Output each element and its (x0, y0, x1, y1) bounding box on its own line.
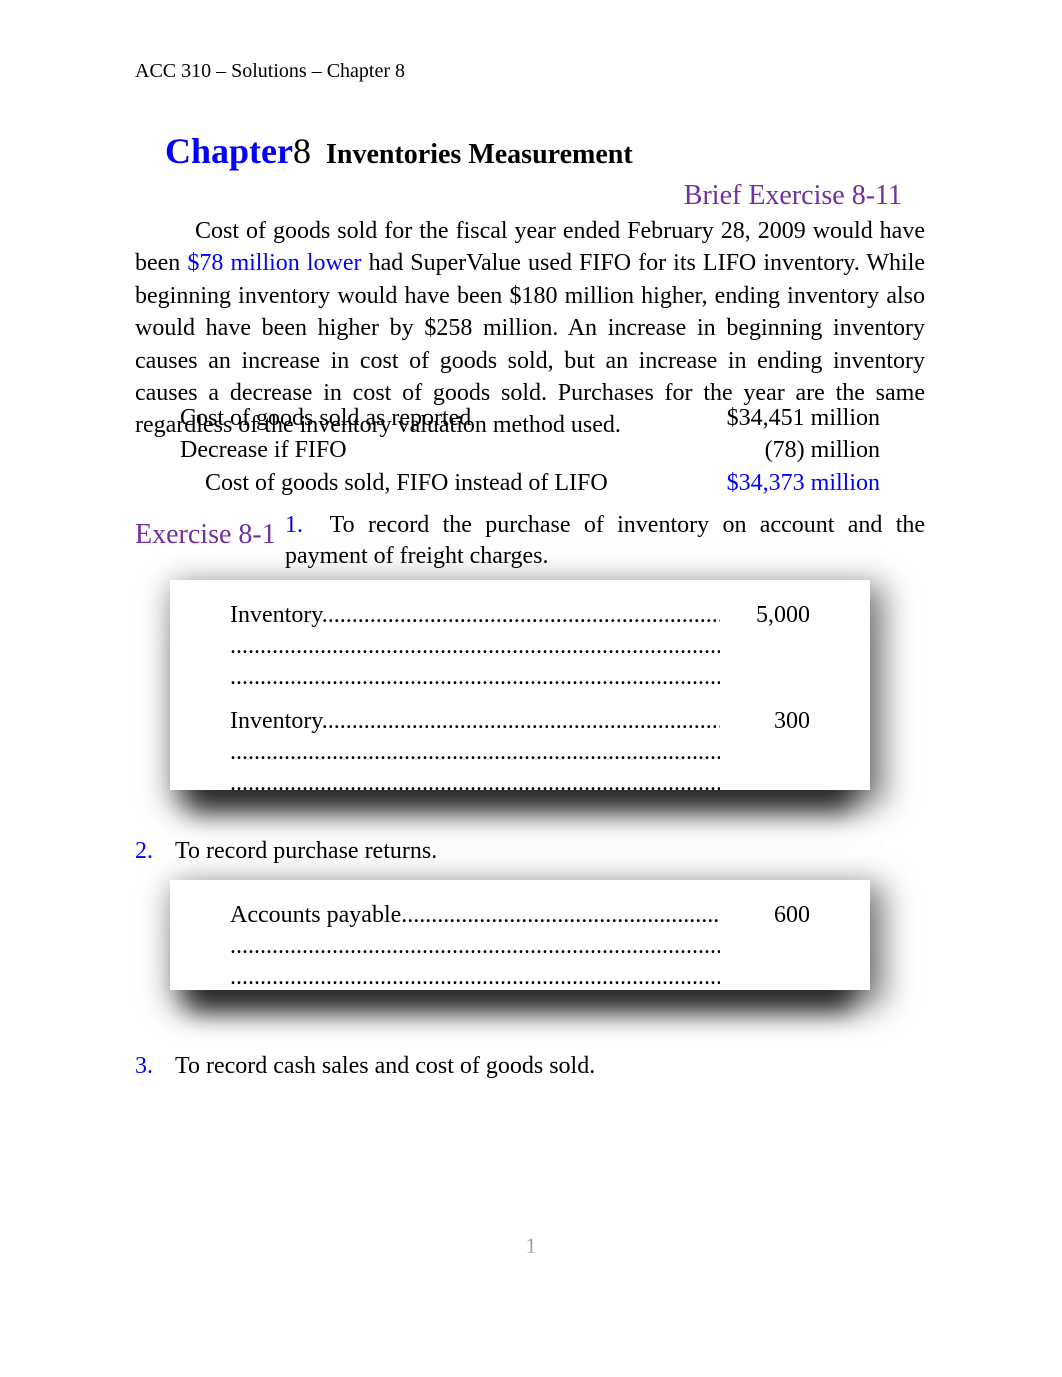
page-number: 1 (0, 1233, 1062, 1259)
item-2: 2. To record purchase returns. (135, 838, 437, 865)
decrease-fifo-value: (78) million (765, 434, 880, 466)
journal-amount (720, 737, 810, 768)
item-2-number: 2. (135, 838, 153, 864)
journal-amount (720, 931, 810, 962)
journal-box-2: Accounts payable 600 Inventory 600 (170, 880, 870, 990)
journal-amount: 600 (720, 900, 810, 931)
item-1-text: To record the purchase of inventory on a… (285, 512, 925, 569)
cogs-reported-label: Cost of goods sold as reported (180, 402, 727, 434)
table-row: Cost of goods sold as reported $34,451 m… (180, 402, 880, 434)
journal-account: Inventory (230, 706, 720, 737)
journal-line: Inventory (230, 931, 810, 962)
chapter-number: 8 (293, 131, 311, 171)
journal-text: Inventory (230, 602, 322, 628)
journal-amount (720, 631, 810, 662)
journal-account: 600 (230, 962, 720, 993)
journal-line: Accounts payable 600 (230, 900, 810, 931)
bottom-fade (0, 1157, 1062, 1377)
item-1: 1. To record the purchase of inventory o… (285, 510, 925, 572)
journal-line: Cash (230, 737, 810, 768)
cogs-reported-value: $34,451 million (727, 402, 880, 434)
exercise-label: Exercise 8-1 (135, 519, 276, 551)
item-3-number: 3. (135, 1053, 153, 1079)
table-row: Cost of goods sold, FIFO instead of LIFO… (180, 467, 880, 499)
item-2-text: To record purchase returns. (175, 838, 437, 864)
journal-box-1: Inventory 5,000 Accounts payable 5,000 I… (170, 580, 870, 790)
journal-account: Accounts payable (230, 900, 720, 931)
paragraph-highlight: $78 million lower (187, 250, 361, 276)
journal-line: 5,000 (230, 662, 810, 693)
cogs-fifo-label: Cost of goods sold, FIFO instead of LIFO (180, 467, 727, 499)
journal-amount: 300 (720, 706, 810, 737)
brief-exercise-title: Brief Exercise 8-11 (684, 180, 902, 212)
journal-line: Inventory 5,000 (230, 600, 810, 631)
journal-line: Accounts payable (230, 631, 810, 662)
journal-account: Cash (230, 737, 720, 768)
item-3: 3. To record cash sales and cost of goods… (135, 1053, 595, 1080)
journal-text: Inventory (230, 708, 322, 734)
chapter-word: Chapter (165, 131, 293, 171)
journal-line: Inventory 300 (230, 706, 810, 737)
journal-amount (720, 962, 810, 993)
decrease-fifo-label: Decrease if FIFO (180, 434, 765, 466)
cogs-table: Cost of goods sold as reported $34,451 m… (180, 402, 880, 499)
journal-amount (720, 662, 810, 693)
journal-amount (720, 768, 810, 799)
chapter-title: Chapter8 Inventories Measurement (165, 130, 633, 172)
journal-text: Accounts payable (230, 902, 401, 928)
journal-account: Inventory (230, 931, 720, 962)
journal-account: 5,000 (230, 662, 720, 693)
journal-account: 300 (230, 768, 720, 799)
page-header: ACC 310 – Solutions – Chapter 8 (135, 60, 405, 83)
journal-account: Inventory (230, 600, 720, 631)
cogs-fifo-value: $34,373 million (727, 467, 880, 499)
journal-line: 300 (230, 768, 810, 799)
chapter-subtitle: Inventories Measurement (326, 139, 633, 170)
journal-account: Accounts payable (230, 631, 720, 662)
table-row: Decrease if FIFO (78) million (180, 434, 880, 466)
item-3-text: To record cash sales and cost of goods s… (175, 1053, 595, 1079)
journal-line: 600 (230, 962, 810, 993)
item-1-number: 1. (285, 512, 303, 538)
journal-amount: 5,000 (720, 600, 810, 631)
